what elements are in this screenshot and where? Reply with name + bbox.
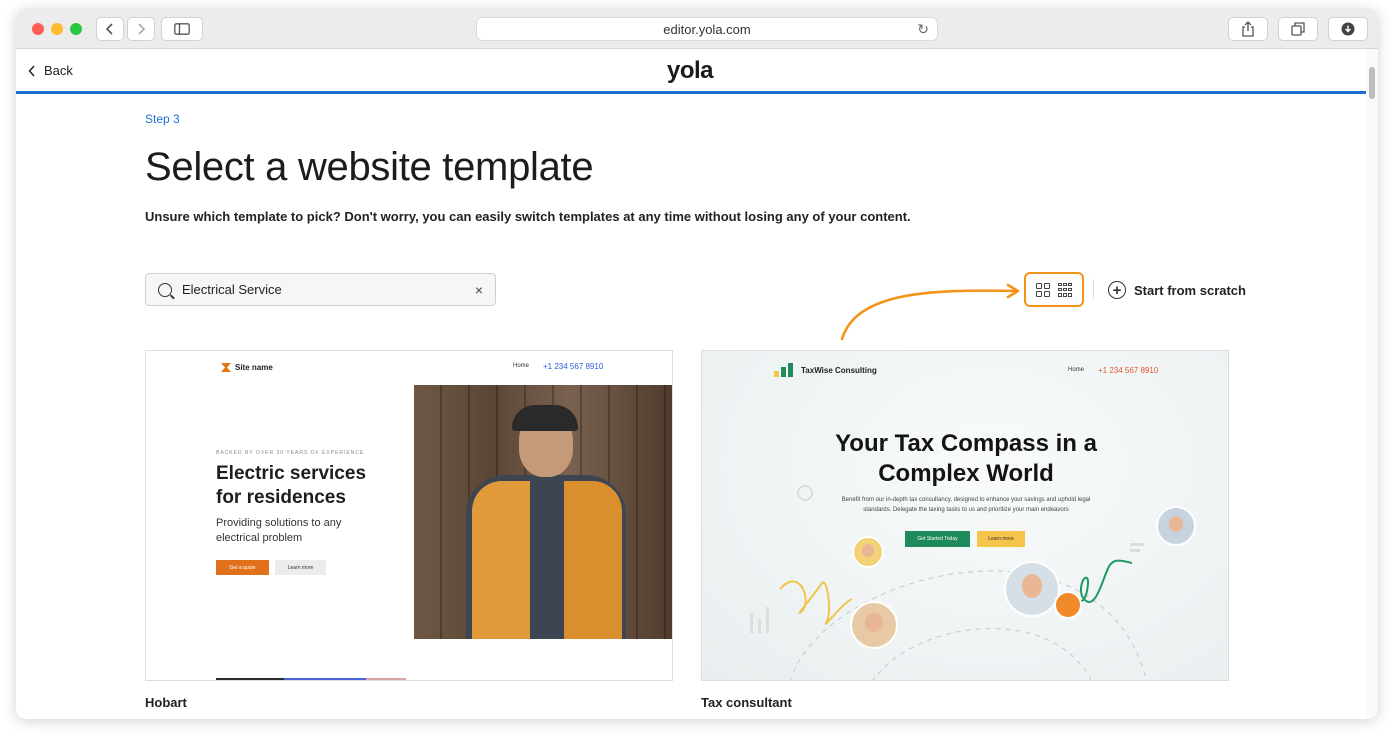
preview-phone: +1 234 567 8910: [543, 362, 604, 371]
close-window-button[interactable]: [32, 23, 44, 35]
chevron-left-icon: [105, 23, 113, 35]
page-title: Select a website template: [145, 145, 594, 189]
avatar: [850, 601, 898, 649]
template-card-hobart[interactable]: Site name Home +1 234 567 8910 BACKED BY…: [145, 350, 673, 681]
start-from-scratch-label: Start from scratch: [1134, 282, 1246, 298]
small-grid-view-button[interactable]: [1058, 282, 1072, 297]
tabs-overview-button[interactable]: [1278, 17, 1318, 41]
preview-description: Providing solutions to any electrical pr…: [216, 517, 342, 544]
scrollbar-thumb[interactable]: [1369, 67, 1375, 99]
share-button[interactable]: [1228, 17, 1268, 41]
large-grid-view-button[interactable]: [1036, 282, 1050, 297]
clear-search-button[interactable]: ×: [475, 282, 483, 298]
preview-decoration: [750, 485, 1148, 680]
preview-strip: [366, 678, 406, 680]
back-link[interactable]: Back: [28, 63, 73, 78]
preview-primary-cta: Get a quote: [216, 560, 269, 575]
view-toggle: [1024, 272, 1084, 307]
preview-secondary-cta: Learn more: [977, 531, 1025, 547]
chevron-left-icon: [28, 64, 35, 77]
downloads-button[interactable]: [1328, 17, 1368, 41]
template-name-tax-consultant[interactable]: Tax consultant: [701, 695, 792, 710]
yola-logo: yola: [667, 57, 714, 84]
step-indicator: Step 3: [145, 112, 180, 126]
avatar: [1004, 561, 1060, 617]
back-label: Back: [44, 63, 73, 78]
preview-strip: [216, 678, 284, 680]
preview-strip: [284, 678, 366, 680]
scrollbar[interactable]: [1366, 49, 1378, 719]
electrician-photo: [414, 385, 672, 639]
browser-forward-button[interactable]: [127, 17, 155, 41]
preview-site-name: Site name: [221, 363, 273, 372]
preview-headline: Electric services for residences: [216, 463, 367, 508]
tabs-icon: [1291, 22, 1305, 36]
browser-back-button[interactable]: [96, 17, 124, 41]
sidebar-toggle-button[interactable]: [161, 17, 203, 41]
browser-toolbar: editor.yola.com ↻: [16, 9, 1378, 49]
template-card-tax-consultant[interactable]: TaxWise Consulting Home +1 234 567 8910 …: [701, 350, 1229, 681]
toolbar-divider: [1093, 279, 1094, 299]
zoom-window-button[interactable]: [70, 23, 82, 35]
avatar: [852, 536, 884, 568]
editor-header: Back yola: [16, 49, 1366, 94]
plus-circle-icon: +: [1108, 281, 1126, 299]
start-from-scratch-button[interactable]: + Start from scratch: [1108, 281, 1246, 299]
address-bar[interactable]: editor.yola.com ↻: [476, 17, 938, 41]
download-icon: [1341, 22, 1355, 36]
preview-secondary-cta: Learn more: [275, 560, 326, 575]
preview-headline: Your Tax Compass in a Complex World: [835, 430, 1097, 487]
site-logo-icon: [221, 363, 231, 372]
search-value: Electrical Service: [182, 282, 282, 297]
reload-icon[interactable]: ↻: [917, 21, 929, 38]
url-text: editor.yola.com: [663, 21, 751, 37]
preview-nav-home: Home: [513, 363, 530, 369]
template-name-hobart[interactable]: Hobart: [145, 695, 187, 710]
sidebar-icon: [174, 23, 190, 35]
search-icon: [158, 282, 172, 297]
browser-window: editor.yola.com ↻ Back yola Step 3 Selec…: [16, 9, 1378, 719]
avatar: [1156, 506, 1196, 546]
preview-primary-cta: Get Started Today: [905, 531, 970, 547]
preview-kicker: BACKED BY OVER 30 YEARS OF EXPERIENCE: [216, 450, 365, 456]
template-search-input[interactable]: Electrical Service ×: [145, 273, 496, 306]
annotation-arrow: [840, 283, 1020, 341]
share-icon: [1242, 21, 1254, 37]
page-subtitle: Unsure which template to pick? Don't wor…: [145, 209, 911, 224]
preview-description: Benefit from our in-depth tax consultanc…: [841, 497, 1091, 513]
chevron-right-icon: [138, 23, 146, 35]
minimize-window-button[interactable]: [51, 23, 63, 35]
calculator-icon: [1054, 591, 1082, 619]
